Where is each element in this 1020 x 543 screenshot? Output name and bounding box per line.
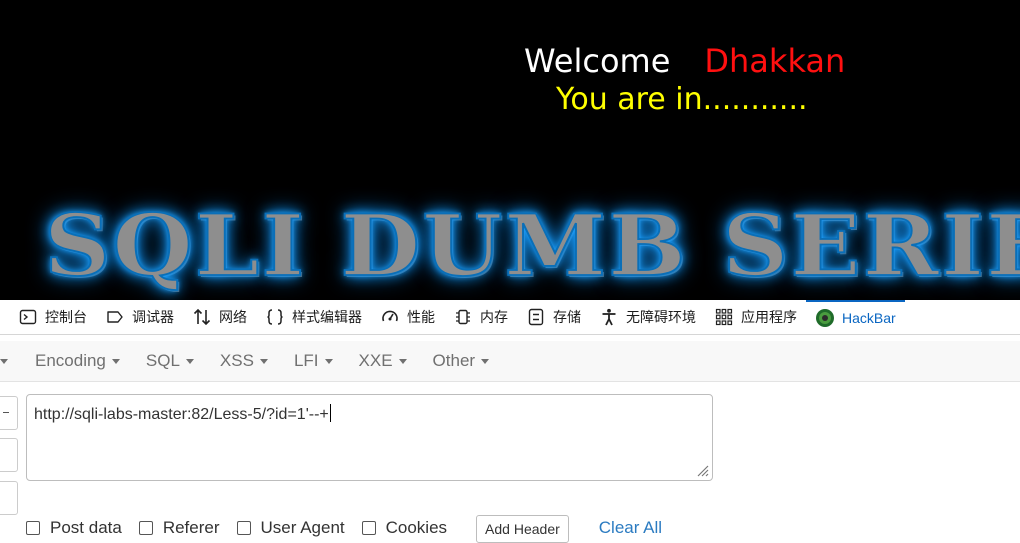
devtools-tabbar: 控制台 调试器 网络 样式编辑器 性能 内存 存储 无障碍环境 应用程序 Hac… (0, 300, 1020, 335)
url-textarea[interactable]: http://sqli-labs-master:82/Less-5/?id=1'… (26, 394, 713, 481)
tab-accessibility[interactable]: 无障碍环境 (590, 300, 705, 334)
minus-icon (3, 412, 9, 413)
menu-sql[interactable]: SQL (146, 351, 194, 371)
url-value: http://sqli-labs-master:82/Less-5/?id=1'… (34, 406, 329, 423)
post-data-checkbox[interactable] (26, 521, 40, 535)
menu-encoding[interactable]: Encoding (35, 351, 120, 371)
tab-hackbar[interactable]: HackBar (806, 300, 905, 334)
menu-label: Encoding (35, 351, 106, 370)
menu-xxe[interactable]: XXE (359, 351, 407, 371)
chevron-down-icon (324, 358, 333, 364)
tab-label: 控制台 (45, 309, 87, 325)
resize-grip-icon[interactable] (695, 463, 709, 477)
tab-memory[interactable]: 内存 (444, 300, 517, 334)
menu-xss[interactable]: XSS (220, 351, 268, 371)
username-text: Dhakkan (704, 42, 846, 80)
load-url-button[interactable] (0, 396, 18, 430)
option-label: Post data (50, 518, 122, 537)
option-referer[interactable]: Referer (138, 518, 220, 538)
option-label: User Agent (260, 518, 345, 537)
tab-performance[interactable]: 性能 (371, 300, 444, 334)
welcome-text: Welcome (524, 42, 671, 80)
hackbar-icon (815, 308, 835, 328)
debugger-icon (105, 307, 125, 327)
request-options: Post data Referer User Agent Cookies Add… (26, 513, 662, 543)
chevron-down-icon (481, 358, 490, 364)
hackbar-menubar: Encoding SQL XSS LFI XXE Other (0, 341, 1020, 382)
chevron-down-icon (398, 358, 407, 364)
execute-button[interactable] (0, 481, 18, 515)
page-content: Welcome Dhakkan You are in........... SQL… (0, 0, 1020, 300)
menu-label: LFI (293, 351, 319, 370)
performance-icon (380, 307, 400, 327)
add-header-button[interactable]: Add Header (476, 515, 569, 543)
option-user-agent[interactable]: User Agent (236, 518, 345, 538)
chevron-down-icon (111, 358, 120, 364)
hackbar-panel: http://sqli-labs-master:82/Less-5/?id=1'… (0, 382, 1020, 543)
network-icon (192, 307, 212, 327)
tab-label: 性能 (407, 309, 435, 325)
chevron-down-icon (185, 358, 194, 364)
login-status-text: You are in........... (556, 82, 808, 117)
option-label: Cookies (385, 518, 448, 537)
tab-debugger[interactable]: 调试器 (96, 300, 183, 334)
menu-label: Other (432, 351, 476, 370)
accessibility-icon (599, 307, 619, 327)
referer-checkbox[interactable] (138, 521, 153, 535)
tab-label: 调试器 (132, 309, 174, 325)
cookies-checkbox[interactable] (361, 521, 376, 535)
user-agent-checkbox[interactable] (236, 521, 251, 535)
storage-icon (526, 307, 546, 327)
welcome-line: Welcome Dhakkan (524, 42, 845, 80)
menu-other[interactable]: Other (433, 351, 490, 371)
menu-lfi[interactable]: LFI (294, 351, 333, 371)
tab-label: 样式编辑器 (292, 309, 362, 325)
tab-label: 内存 (480, 309, 508, 325)
menu-label: XXE (358, 351, 393, 370)
style-editor-icon (265, 307, 285, 327)
tab-label: 应用程序 (741, 309, 797, 325)
tab-application[interactable]: 应用程序 (705, 300, 806, 334)
banner-logo: SQLI DUMB SERIES (43, 195, 1020, 296)
chevron-down-icon[interactable] (0, 358, 8, 364)
tab-label: 无障碍环境 (626, 309, 696, 325)
option-label: Referer (162, 518, 220, 537)
memory-icon (453, 307, 473, 327)
text-caret (329, 404, 331, 422)
tab-label: HackBar (842, 310, 896, 326)
tab-label: 网络 (219, 309, 247, 325)
tab-console[interactable]: 控制台 (0, 300, 96, 334)
option-post-data[interactable]: Post data (26, 518, 122, 538)
tab-network[interactable]: 网络 (183, 300, 256, 334)
tab-style-editor[interactable]: 样式编辑器 (256, 300, 371, 334)
menu-label: XSS (219, 351, 254, 370)
clear-all-link[interactable]: Clear All (599, 518, 662, 538)
tab-label: 存储 (553, 309, 581, 325)
chevron-down-icon (259, 358, 268, 364)
split-url-button[interactable] (0, 438, 18, 472)
application-icon (714, 307, 734, 327)
option-cookies[interactable]: Cookies (361, 518, 448, 538)
menu-label: SQL (145, 351, 180, 370)
console-icon (18, 307, 38, 327)
tab-storage[interactable]: 存储 (517, 300, 590, 334)
